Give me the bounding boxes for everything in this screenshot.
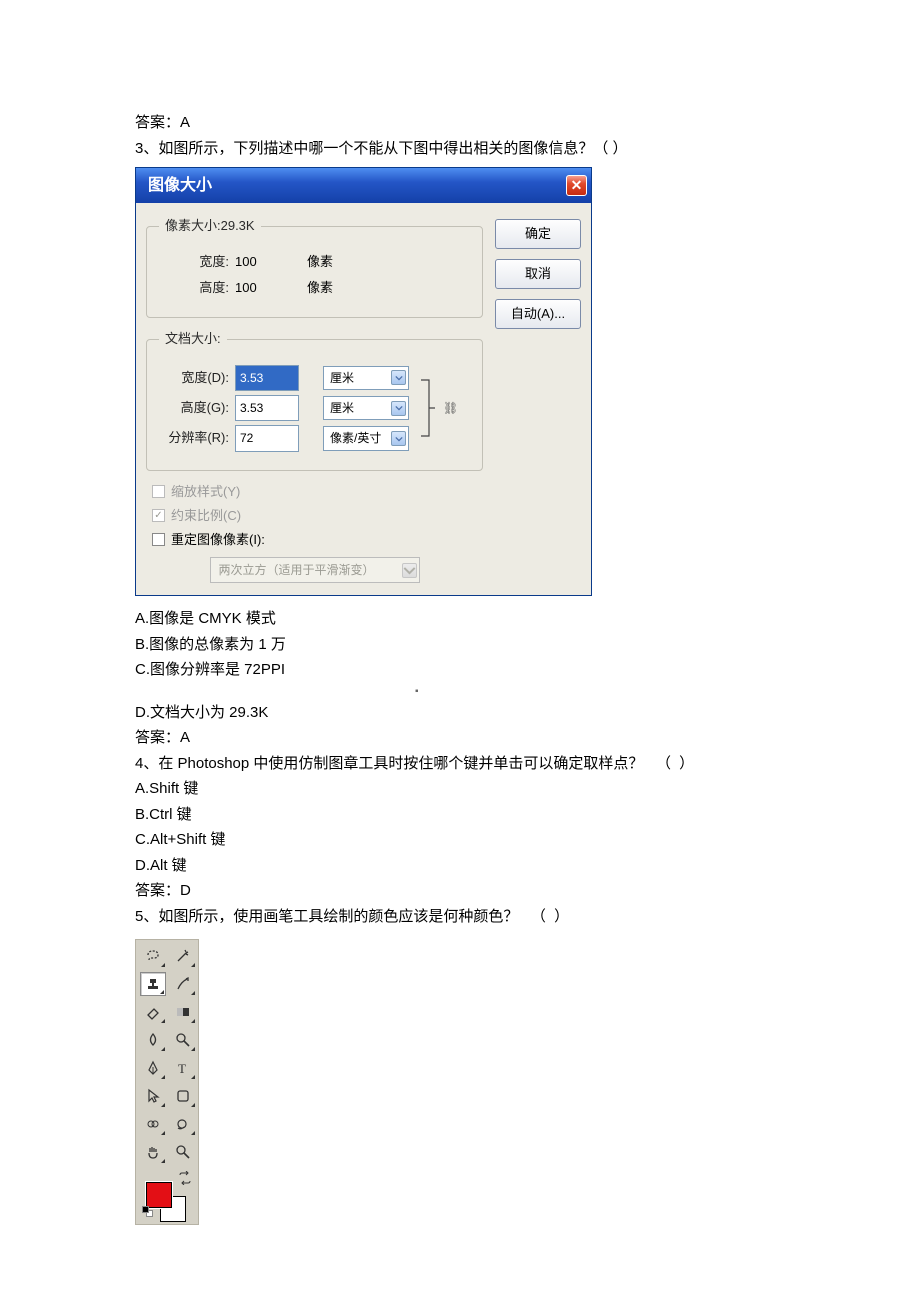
q3-option-c: C.图像分辨率是 72PPI bbox=[135, 657, 785, 683]
q4-answer-val: D bbox=[180, 882, 191, 899]
pixel-legend: 像素大小:29.3K bbox=[159, 215, 261, 237]
q4-stem: 4、在 Photoshop 中使用仿制图章工具时按住哪个键并单击可以确定取样点？… bbox=[135, 751, 785, 777]
px-height-unit: 像素 bbox=[307, 277, 347, 299]
q3-stem: 3、如图所示，下列描述中哪一个不能从下图中得出相关的图像信息？（ ） bbox=[135, 136, 785, 162]
history-brush-icon[interactable] bbox=[170, 972, 196, 996]
dialog-title: 图像大小 bbox=[148, 172, 212, 199]
q2-answer: 答案：A bbox=[135, 110, 785, 136]
eyedropper-icon[interactable] bbox=[170, 1112, 196, 1136]
close-icon[interactable]: ✕ bbox=[566, 175, 587, 196]
dialog-titlebar: 图像大小 ✕ bbox=[136, 168, 591, 203]
scale-styles-checkbox: 缩放样式(Y) bbox=[152, 481, 483, 503]
path-select-icon[interactable] bbox=[140, 1084, 166, 1108]
q3-answer-val: A bbox=[180, 729, 190, 746]
shape-icon[interactable] bbox=[170, 1084, 196, 1108]
q4-stem-text: 4、在 Photoshop 中使用仿制图章工具时按住哪个键并单击可以确定取样点？ bbox=[135, 755, 643, 772]
q4-option-a: A.Shift 键 bbox=[135, 776, 785, 802]
doc-width-unit-combo[interactable]: 厘米 bbox=[323, 366, 409, 390]
q4-blank-r: ） bbox=[679, 755, 698, 772]
color-swatches[interactable] bbox=[140, 1168, 196, 1220]
q4-blank-l: （ bbox=[656, 755, 675, 772]
gradient-icon[interactable] bbox=[170, 1000, 196, 1024]
px-width-value: 100 bbox=[235, 251, 275, 273]
chevron-down-icon bbox=[391, 370, 406, 385]
link-bracket bbox=[419, 376, 437, 440]
type-icon[interactable]: T bbox=[170, 1056, 196, 1080]
pen-icon[interactable] bbox=[140, 1056, 166, 1080]
wand-icon[interactable] bbox=[170, 944, 196, 968]
dodge-icon[interactable] bbox=[170, 1028, 196, 1052]
foreground-color-swatch[interactable] bbox=[146, 1182, 172, 1208]
doc-legend: 文档大小: bbox=[159, 328, 227, 350]
chevron-down-icon bbox=[402, 563, 417, 578]
q4-option-c: C.Alt+Shift 键 bbox=[135, 827, 785, 853]
q4-answer: 答案：D bbox=[135, 878, 785, 904]
blur-icon[interactable] bbox=[140, 1028, 166, 1052]
doc-height-unit: 厘米 bbox=[330, 398, 354, 418]
q3-option-d: D.文档大小为 29.3K bbox=[135, 700, 785, 726]
cancel-button[interactable]: 取消 bbox=[495, 259, 581, 289]
resample-method-combo: 两次立方（适用于平滑渐变） bbox=[210, 557, 420, 583]
swap-colors-icon[interactable] bbox=[178, 1168, 192, 1182]
q3-blank: ） bbox=[613, 140, 632, 157]
doc-width-label: 宽度(D): bbox=[159, 367, 229, 389]
q5-stem: 5、如图所示，使用画笔工具绘制的颜色应该是何种颜色？ （ ） bbox=[135, 904, 785, 930]
answer-label: 答案： bbox=[135, 114, 180, 131]
res-label: 分辨率(R): bbox=[159, 427, 229, 449]
default-colors-icon[interactable] bbox=[142, 1206, 154, 1218]
q3-option-a: A.图像是 CMYK 模式 bbox=[135, 606, 785, 632]
res-input[interactable]: 72 bbox=[235, 425, 299, 451]
doc-width-input[interactable]: 3.53 bbox=[235, 365, 299, 391]
doc-height-input[interactable]: 3.53 bbox=[235, 395, 299, 421]
svg-text:T: T bbox=[178, 1061, 186, 1076]
q2-answer-val: A bbox=[180, 114, 190, 131]
eraser-icon[interactable] bbox=[140, 1000, 166, 1024]
q3-stem-text: 3、如图所示，下列描述中哪一个不能从下图中得出相关的图像信息？（ bbox=[135, 140, 608, 157]
pixel-size-group: 像素大小:29.3K 宽度: 100 像素 高度: 100 像素 bbox=[146, 215, 483, 318]
hand-icon[interactable] bbox=[140, 1140, 166, 1164]
stamp-icon[interactable] bbox=[140, 972, 166, 996]
answer-label: 答案： bbox=[135, 882, 180, 899]
doc-width-unit: 厘米 bbox=[330, 368, 354, 388]
lasso-icon[interactable] bbox=[140, 944, 166, 968]
q5-stem-text: 5、如图所示，使用画笔工具绘制的颜色应该是何种颜色？ bbox=[135, 908, 518, 925]
chevron-down-icon bbox=[391, 401, 406, 416]
constrain-label: 约束比例(C) bbox=[171, 505, 241, 527]
resample-method-text: 两次立方（适用于平滑渐变） bbox=[219, 560, 375, 580]
scale-styles-label: 缩放样式(Y) bbox=[171, 481, 240, 503]
auto-button[interactable]: 自动(A)... bbox=[495, 299, 581, 329]
q3-option-b: B.图像的总像素为 1 万 bbox=[135, 632, 785, 658]
px-height-value: 100 bbox=[235, 277, 275, 299]
resample-checkbox[interactable]: 重定图像像素(I): bbox=[152, 529, 483, 551]
px-width-label: 宽度: bbox=[159, 251, 229, 273]
notes-icon[interactable] bbox=[140, 1112, 166, 1136]
q3-answer: 答案：A bbox=[135, 725, 785, 751]
chevron-down-icon bbox=[391, 431, 406, 446]
ok-button[interactable]: 确定 bbox=[495, 219, 581, 249]
zoom-icon[interactable] bbox=[170, 1140, 196, 1164]
answer-label: 答案： bbox=[135, 729, 180, 746]
res-unit: 像素/英寸 bbox=[330, 428, 381, 448]
q4-option-b: B.Ctrl 键 bbox=[135, 802, 785, 828]
doc-size-group: 文档大小: 宽度(D): 3.53 厘米 bbox=[146, 328, 483, 470]
decorative-dot: ▪ bbox=[415, 683, 785, 700]
res-unit-combo[interactable]: 像素/英寸 bbox=[323, 426, 409, 450]
px-width-unit: 像素 bbox=[307, 251, 347, 273]
tool-palette: T bbox=[135, 939, 199, 1225]
q5-blank-r: ） bbox=[554, 908, 573, 925]
px-height-label: 高度: bbox=[159, 277, 229, 299]
doc-height-label: 高度(G): bbox=[159, 397, 229, 419]
doc-height-unit-combo[interactable]: 厘米 bbox=[323, 396, 409, 420]
resample-label: 重定图像像素(I): bbox=[171, 529, 265, 551]
constrain-checkbox: ✓约束比例(C) bbox=[152, 505, 483, 527]
chain-icon: ⛓ bbox=[443, 398, 457, 418]
q5-blank-l: （ bbox=[531, 908, 550, 925]
image-size-dialog: 图像大小 ✕ 像素大小:29.3K 宽度: 100 像素 高度: 100 像素 … bbox=[135, 167, 592, 596]
q4-option-d: D.Alt 键 bbox=[135, 853, 785, 879]
